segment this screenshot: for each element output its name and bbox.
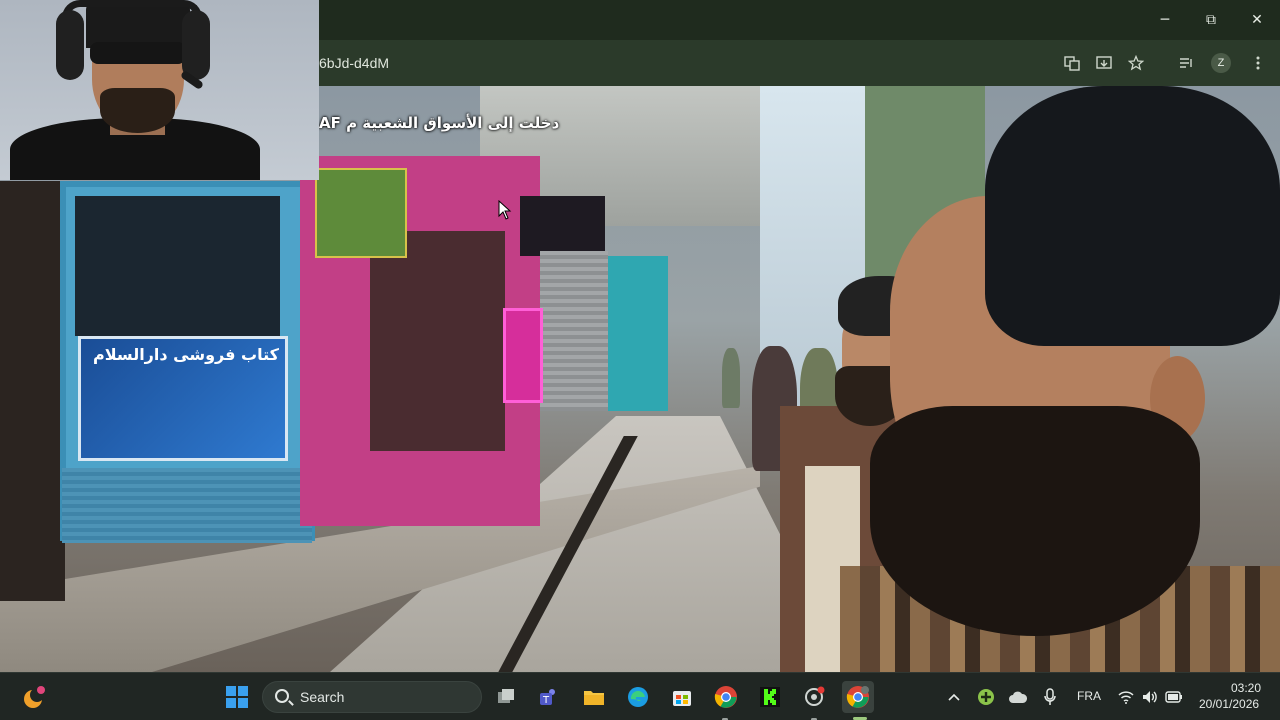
media-control-icon[interactable] (1173, 50, 1199, 76)
app-settings-icon[interactable] (798, 681, 830, 713)
menu-kebab-icon[interactable] (1245, 50, 1271, 76)
task-view-icon[interactable] (490, 681, 522, 713)
webcam-beard (100, 88, 175, 133)
shop-pink-interior (370, 231, 505, 451)
bookshop-sign-text: کتاب فروشی دارالسلام (93, 345, 279, 364)
teams-icon[interactable]: T (533, 681, 565, 713)
clock-time[interactable]: 03:20 (1231, 681, 1261, 695)
pedestrian (722, 348, 740, 408)
search-icon (275, 689, 289, 703)
address-bar-url[interactable]: 6bJd-d4dM (319, 55, 389, 71)
shop-left-dark (0, 181, 65, 601)
chrome-profile-icon[interactable] (842, 681, 874, 713)
shop-blue-shutter (62, 468, 312, 543)
chrome-icon[interactable] (710, 681, 742, 713)
mouse-cursor-icon (498, 200, 512, 220)
chevron-up-icon[interactable] (944, 687, 964, 707)
edge-icon[interactable] (622, 681, 654, 713)
bookshop-sign: کتاب فروشی دارالسلام (78, 336, 288, 461)
neon-sign (503, 308, 543, 403)
microphone-icon[interactable] (1040, 687, 1060, 707)
man-foreground-turban (985, 86, 1280, 346)
webcam-overlay (0, 0, 319, 180)
install-app-icon[interactable] (1091, 50, 1117, 76)
shop-green-sign (315, 168, 407, 258)
shop-shutter (540, 251, 608, 411)
headphone-right (182, 10, 210, 80)
man-foreground-beard (870, 406, 1200, 636)
vpn-plus-icon[interactable] (976, 687, 996, 707)
headphone-left (56, 10, 84, 80)
clock-date[interactable]: 20/01/2026 (1199, 697, 1259, 711)
store-icon[interactable] (666, 681, 698, 713)
minimize-button[interactable]: ─ (1142, 0, 1188, 40)
onedrive-cloud-icon[interactable] (1008, 687, 1028, 707)
shop-blue-window (75, 196, 280, 336)
widgets-icon[interactable] (17, 681, 49, 713)
screen: ─ ⧉ ✕ 6bJd-d4dM Z کتاب فروشی دارالسلام A… (0, 0, 1280, 720)
profile-avatar[interactable]: Z (1211, 53, 1231, 73)
shop-dark-sign (520, 196, 605, 256)
webcam-eye-mask (90, 42, 186, 64)
language-code: FRA (1077, 689, 1101, 703)
start-windows-icon[interactable] (221, 681, 253, 713)
taskbar-search[interactable]: Search (262, 681, 482, 713)
headphones-icon (62, 0, 202, 18)
close-button[interactable]: ✕ (1234, 0, 1280, 40)
bookmark-star-icon[interactable] (1123, 50, 1149, 76)
file-explorer-icon[interactable] (578, 681, 610, 713)
svg-text:T: T (542, 695, 550, 706)
volume-icon[interactable] (1140, 687, 1160, 707)
shop-cyan (608, 256, 668, 411)
video-caption: AF دخلت إلى الأسواق الشعبية م (319, 114, 560, 132)
translate-icon[interactable] (1059, 50, 1085, 76)
search-label: Search (300, 689, 345, 705)
wifi-icon[interactable] (1116, 687, 1136, 707)
kick-icon[interactable] (754, 681, 786, 713)
battery-icon[interactable] (1164, 687, 1184, 707)
restore-button[interactable]: ⧉ (1188, 0, 1234, 40)
